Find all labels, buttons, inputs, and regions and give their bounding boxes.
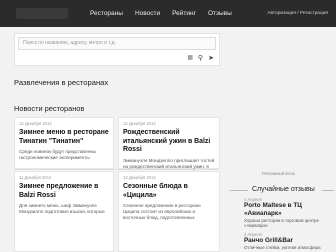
news-card[interactable]: 12 Декабря 2014 Зимнее меню в ресторане … (14, 117, 114, 169)
review-text: Хорошо ресторан в торговом центре «Авиап… (244, 218, 319, 229)
search-icon[interactable]: ⚲ (198, 54, 203, 63)
ad-block-label: Рекламный Блок (262, 171, 295, 176)
section-divider (14, 169, 218, 170)
entertainment-heading[interactable]: Развлечения в ресторанах (14, 78, 108, 87)
news-card[interactable]: 12 Декабря 2014 Сезонные блюда в «Цицила… (118, 171, 220, 252)
heading-rule-left (230, 190, 248, 191)
location-arrow-icon[interactable]: ➤ (208, 54, 214, 63)
news-card[interactable]: 11 Декабря 2014 Зимнее предложение в Bal… (14, 171, 114, 252)
news-heading[interactable]: Новости ресторанов (14, 104, 84, 113)
news-title[interactable]: Сезонные блюда в «Цицила» (123, 183, 215, 200)
news-card[interactable]: 12 Декабря 2014 Рождественский итальянск… (118, 117, 220, 181)
news-description: Сезонное предложение в ресторане Цицила … (123, 203, 201, 220)
top-navigation-bar: Рестораны Новости Рейтинг Отзывы Авториз… (0, 0, 336, 27)
auth-link[interactable]: Авторизация / Регистрация (267, 0, 328, 27)
review-title[interactable]: Ранчо Grill&Bar (244, 237, 334, 245)
news-date: 11 Декабря 2014 (19, 175, 52, 180)
nav-reviews[interactable]: Отзывы (202, 0, 238, 27)
heading-rule-right (322, 190, 334, 191)
news-date: 12 Декабря 2014 (123, 121, 156, 126)
grid-icon[interactable]: ▦ (187, 54, 193, 63)
news-title[interactable]: Зимнее предложение в Balzi Rossi (19, 183, 109, 200)
random-reviews-heading: Случайные отзывы (252, 186, 315, 193)
search-tools: ▦ ⚲ ➤ (15, 52, 219, 65)
main-nav: Рестораны Новости Рейтинг Отзывы (84, 0, 238, 27)
review-title[interactable]: Porto Maltese в ТЦ «Авиапарк» (244, 202, 334, 218)
news-title[interactable]: Рождественский итальянский ужин в Balzi … (123, 129, 215, 155)
nav-rating[interactable]: Рейтинг (166, 0, 202, 27)
news-date: 12 Декабря 2014 (123, 175, 156, 180)
search-panel: Поиск по названию, адресу, метро и т.д. … (14, 33, 220, 66)
review-item[interactable]: 4 Апреля Porto Maltese в ТЦ «Авиапарк» Х… (244, 197, 334, 229)
news-description: Среди новинок будут представлены гастрон… (19, 149, 96, 160)
nav-news[interactable]: Новости (129, 0, 166, 27)
site-logo[interactable] (16, 8, 68, 19)
news-date: 12 Декабря 2014 (19, 121, 52, 126)
news-title[interactable]: Зимнее меню в ресторане Тинатин "Тинатин… (19, 129, 109, 146)
news-description: Для зимнего меню, шеф Эммануэле Мондзилл… (19, 203, 105, 214)
review-item[interactable]: 3 Апреля Ранчо Grill&Bar Отличные стейки… (244, 232, 334, 250)
search-input[interactable]: Поиск по названию, адресу, метро и т.д. (18, 37, 216, 50)
review-text: Отличные стейки, уютная атмосфера (244, 245, 321, 250)
nav-restaurants[interactable]: Рестораны (84, 0, 129, 27)
